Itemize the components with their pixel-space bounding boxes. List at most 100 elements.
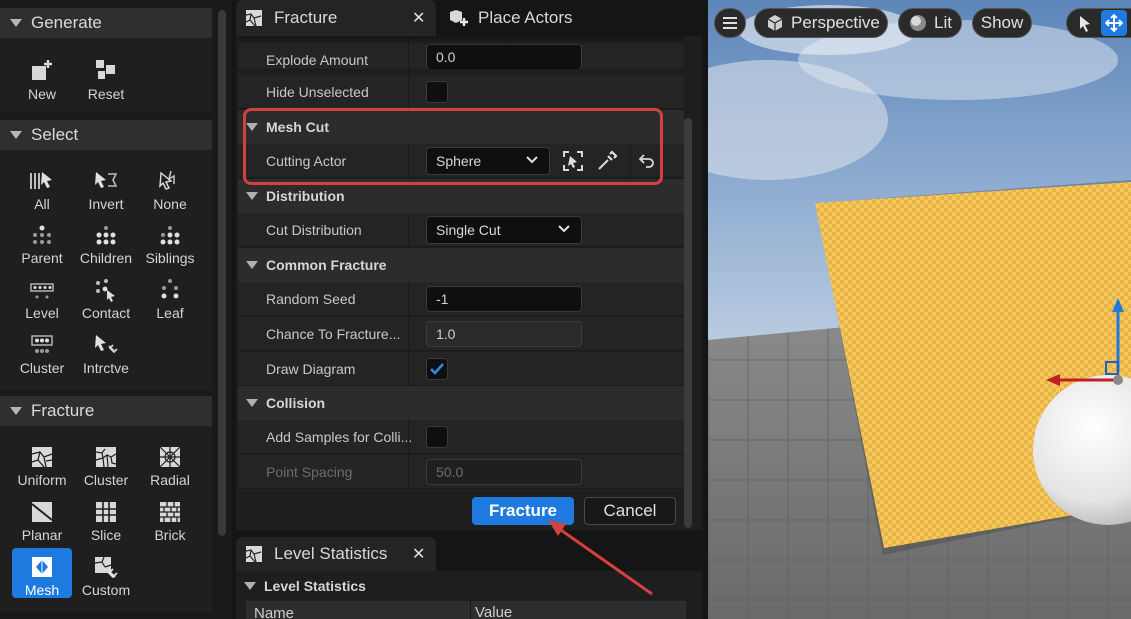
column-divider — [408, 455, 409, 489]
tool-cluster-select-button[interactable]: Cluster — [12, 326, 72, 376]
fracture-button[interactable]: Fracture — [472, 497, 574, 525]
close-icon[interactable]: ✕ — [412, 544, 425, 564]
chance-to-fracture-row: Chance To Fracture... 1.0 — [238, 317, 684, 351]
tab-fracture[interactable]: Fracture ✕ — [236, 0, 436, 36]
tool-new-button[interactable]: New — [12, 52, 72, 102]
tool-radial-button[interactable]: Radial — [140, 438, 200, 488]
tool-contact-button[interactable]: Contact — [76, 271, 136, 321]
tool-children-label: Children — [79, 250, 133, 266]
point-spacing-label: Point Spacing — [266, 464, 353, 480]
tool-mesh-label: Mesh — [24, 582, 60, 598]
lit-button[interactable]: Lit — [898, 8, 962, 38]
tool-custom-button[interactable]: Custom — [76, 548, 136, 598]
chevron-down-icon — [558, 225, 570, 233]
tool-uniform-button[interactable]: Uniform — [12, 438, 72, 488]
brick-icon — [160, 502, 180, 522]
tab-level-statistics[interactable]: Level Statistics ✕ — [236, 537, 436, 571]
collapse-arrow-icon — [246, 192, 258, 200]
tool-children-button[interactable]: Children — [76, 216, 136, 266]
tool-invert-button[interactable]: Invert — [76, 162, 136, 212]
add-samples-checkbox[interactable] — [426, 426, 448, 448]
tool-cluster-fracture-label: Cluster — [83, 472, 129, 488]
tool-interactive-button[interactable]: Intrctve — [76, 326, 136, 376]
hide-unselected-checkbox[interactable] — [426, 81, 448, 103]
tool-slice-button[interactable]: Slice — [76, 493, 136, 543]
cut-distribution-dropdown[interactable]: Single Cut — [426, 216, 582, 244]
fracture-section-header[interactable]: Fracture — [0, 396, 212, 426]
point-spacing-input: 50.0 — [426, 459, 582, 485]
cancel-button[interactable]: Cancel — [584, 497, 676, 525]
mesh-icon — [32, 557, 52, 577]
show-button[interactable]: Show — [972, 8, 1032, 38]
tool-uniform-label: Uniform — [17, 472, 67, 488]
select-section-header[interactable]: Select — [0, 120, 212, 150]
random-seed-input[interactable]: -1 — [426, 286, 582, 312]
explode-amount-input[interactable]: 0.0 — [426, 44, 582, 69]
left-panel-scrollbar[interactable] — [218, 10, 226, 536]
collapse-arrow-icon — [246, 261, 258, 269]
move-tool-button[interactable] — [1101, 10, 1127, 36]
hide-unselected-label: Hide Unselected — [266, 84, 369, 100]
scroll-shadow — [238, 36, 684, 46]
viewport-menu-button[interactable] — [714, 8, 746, 38]
perspective-button[interactable]: Perspective — [754, 8, 888, 38]
tool-invert-label: Invert — [88, 196, 124, 212]
tool-select-none-button[interactable]: None — [140, 162, 200, 212]
transform-tools-group — [1066, 8, 1131, 38]
tool-parent-button[interactable]: Parent — [12, 216, 72, 266]
generate-section-header[interactable]: Generate — [0, 8, 212, 38]
column-header-name[interactable]: Name — [254, 605, 294, 619]
chance-to-fracture-input[interactable]: 1.0 — [426, 321, 582, 347]
generate-section-title: Generate — [31, 13, 102, 32]
close-icon[interactable]: ✕ — [412, 8, 425, 28]
column-header-value[interactable]: Value — [470, 601, 512, 619]
cluster-fracture-icon — [95, 447, 117, 468]
tool-planar-button[interactable]: Planar — [12, 493, 72, 543]
tool-parent-label: Parent — [21, 250, 63, 266]
random-seed-label: Random Seed — [266, 291, 356, 307]
collision-category[interactable]: Collision — [238, 386, 684, 420]
tool-mesh-button[interactable]: Mesh — [12, 548, 72, 598]
tool-reset-label: Reset — [87, 86, 125, 102]
common-fracture-title: Common Fracture — [266, 257, 387, 273]
level-viewport[interactable]: Perspective Lit Show — [708, 0, 1131, 619]
column-divider — [408, 420, 409, 454]
fracture-tab-icon — [245, 10, 262, 27]
reset-icon — [96, 60, 115, 79]
tool-level-button[interactable]: Level — [12, 271, 72, 321]
common-fracture-category[interactable]: Common Fracture — [238, 248, 684, 282]
tool-reset-button[interactable]: Reset — [76, 52, 136, 102]
level-statistics-body: Level Statistics Name Value — [236, 571, 702, 619]
select-cursor-icon[interactable] — [1077, 14, 1093, 32]
contact-icon — [96, 279, 115, 302]
move-arrows-icon — [1105, 14, 1123, 32]
tool-all-label: All — [34, 196, 50, 212]
parent-icon — [33, 225, 51, 244]
tool-cluster-fracture-button[interactable]: Cluster — [76, 438, 136, 488]
point-spacing-row: Point Spacing 50.0 — [238, 455, 684, 489]
viewport-scene — [708, 0, 1131, 619]
tab-place-actors[interactable]: Place Actors — [442, 0, 642, 36]
tab-place-actors-label: Place Actors — [478, 8, 573, 27]
tool-slice-label: Slice — [90, 527, 122, 543]
level-statistics-category-title: Level Statistics — [264, 578, 366, 594]
custom-icon — [94, 556, 118, 579]
level-statistics-category[interactable]: Level Statistics — [238, 573, 698, 599]
details-scrollbar[interactable] — [684, 118, 692, 528]
tool-contact-label: Contact — [81, 305, 131, 321]
cluster-icon — [31, 335, 53, 353]
new-icon — [32, 60, 52, 80]
tool-siblings-button[interactable]: Siblings — [140, 216, 200, 266]
tool-brick-button[interactable]: Brick — [140, 493, 200, 543]
checkmark-icon — [430, 363, 444, 375]
draw-diagram-checkbox[interactable] — [426, 358, 448, 380]
tool-level-label: Level — [25, 305, 59, 321]
level-icon — [30, 283, 54, 299]
tool-none-label: None — [153, 196, 187, 212]
fracture-section-title: Fracture — [31, 401, 95, 420]
lighting-sphere-icon — [910, 15, 926, 31]
tool-select-all-button[interactable]: All — [12, 162, 72, 212]
random-seed-row: Random Seed -1 — [238, 282, 684, 316]
tool-leaf-button[interactable]: Leaf — [140, 271, 200, 321]
leaf-icon — [161, 279, 179, 299]
